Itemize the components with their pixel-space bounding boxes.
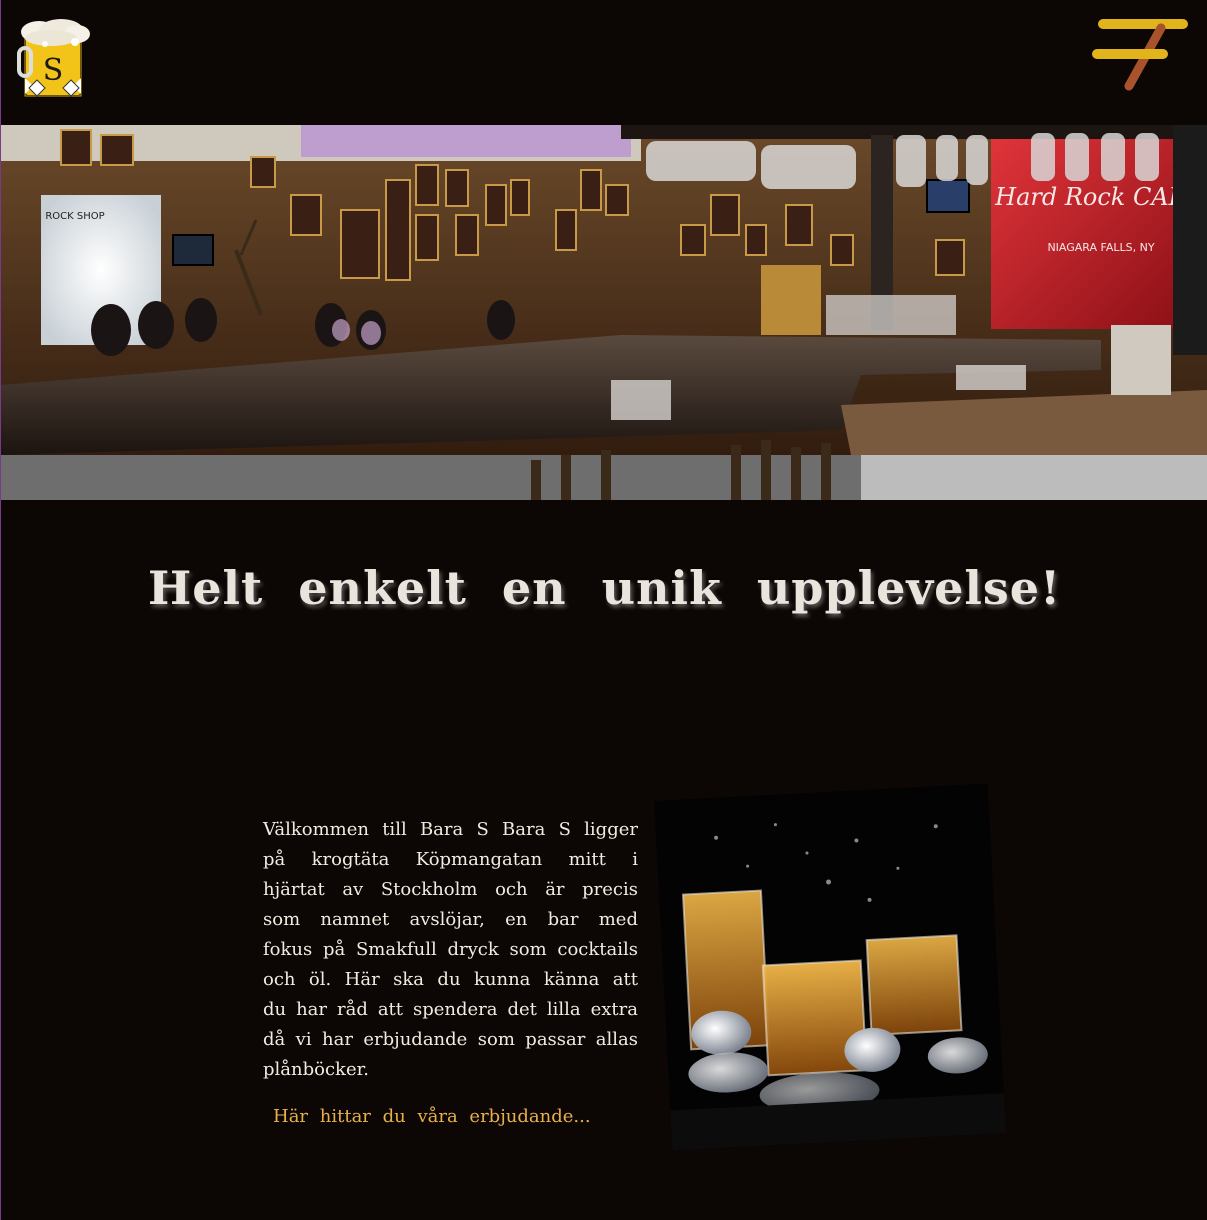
drinks-photo — [654, 783, 1006, 1151]
menu-button[interactable] — [1091, 14, 1191, 94]
intro-paragraph: Välkommen till Bara S Bara S ligger på k… — [263, 819, 638, 1080]
hard-rock-location: NIAGARA FALLS, NY — [1047, 241, 1154, 254]
beer-mug-logo-icon: S — [17, 19, 90, 97]
bar-interior-image: Hard Rock CAFE NIAGARA FALLS, NY ROCK SH… — [1, 125, 1207, 500]
logo-letter: S — [43, 53, 64, 88]
offers-link[interactable]: Här hittar du våra erbjudande... — [273, 1106, 591, 1127]
hero-bar-photo: Hard Rock CAFE NIAGARA FALLS, NY ROCK SH… — [1, 125, 1207, 500]
page-headline: Helt enkelt en unik upplevelse! — [147, 561, 1062, 615]
hard-rock-sign: Hard Rock CAFE — [994, 183, 1203, 211]
whiskey-glasses-image — [654, 783, 1006, 1151]
rock-shop-sign: ROCK SHOP — [45, 211, 104, 222]
bar-logo[interactable]: S — [15, 18, 91, 100]
hamburger-icon — [1092, 19, 1188, 91]
site-header: S — [1, 0, 1207, 125]
